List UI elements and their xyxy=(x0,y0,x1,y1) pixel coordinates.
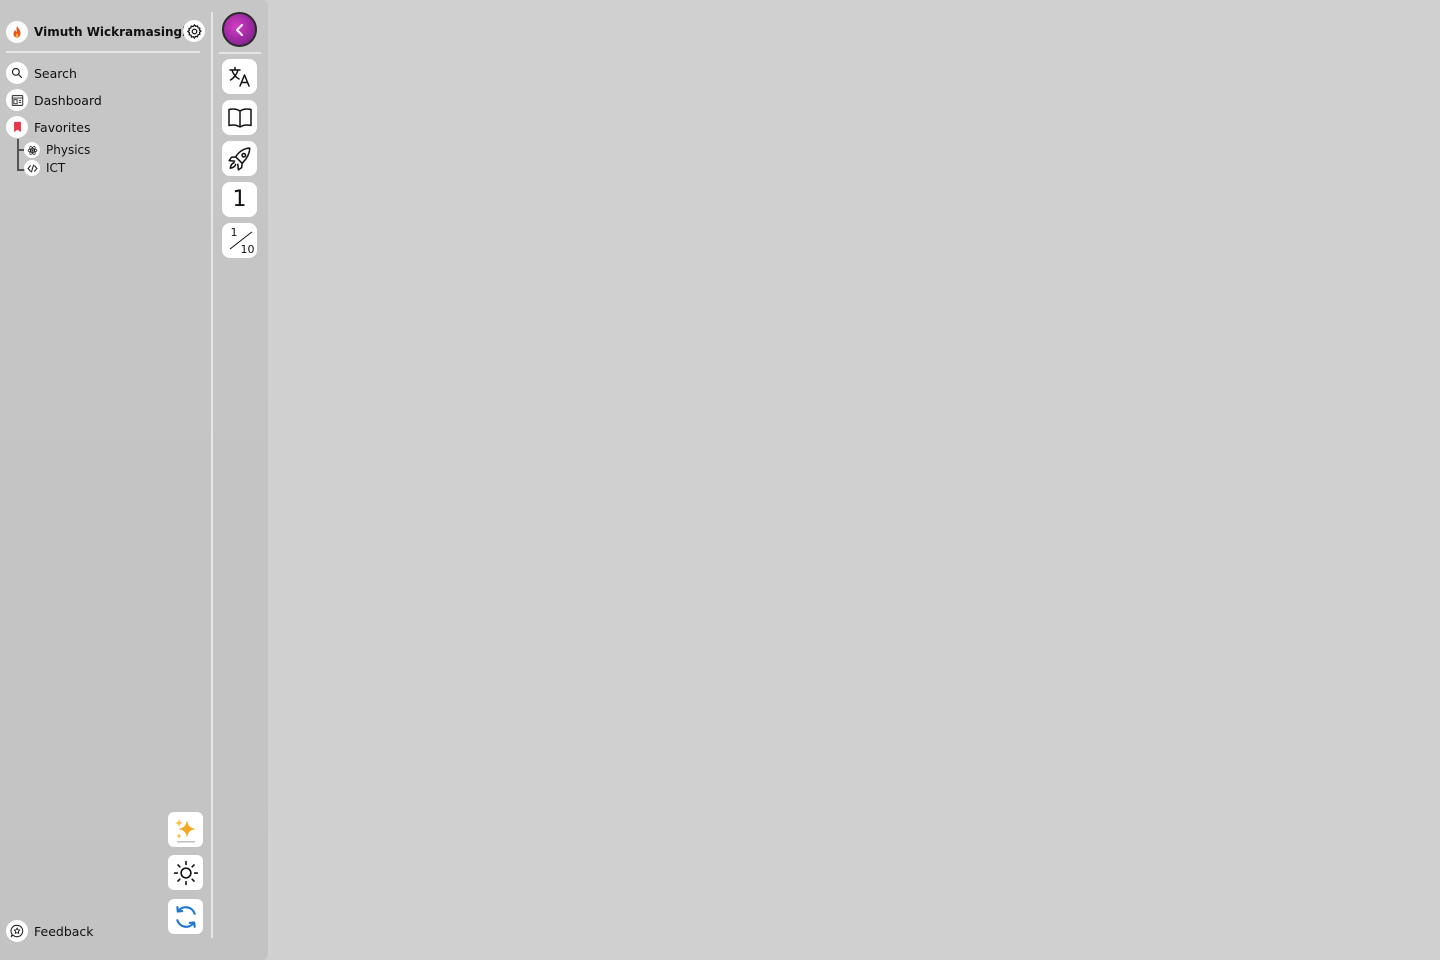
sync-button[interactable] xyxy=(168,899,203,934)
code-icon xyxy=(24,160,40,176)
gear-icon xyxy=(186,23,202,39)
favorite-item-label: Physics xyxy=(46,143,91,157)
dashboard-icon xyxy=(6,89,28,111)
favorite-item-physics[interactable]: Physics xyxy=(24,141,90,159)
sidebar: Vimuth Wickramasinghe Search Dashboard F… xyxy=(0,0,268,960)
fraction-icon: 1 10 xyxy=(227,225,255,256)
sidebar-item-search[interactable]: Search xyxy=(6,62,77,84)
feedback-label: Feedback xyxy=(34,923,94,939)
refresh-icon xyxy=(175,905,196,928)
sparkles-icon xyxy=(174,818,196,842)
main-content-area xyxy=(268,0,1440,960)
book-button[interactable] xyxy=(222,100,257,135)
sidebar-item-label: Favorites xyxy=(34,119,91,135)
translate-button[interactable] xyxy=(222,59,257,94)
rocket-icon xyxy=(227,146,251,171)
sidebar-header-divider xyxy=(6,51,200,53)
sun-icon xyxy=(173,860,198,885)
magnifier-icon xyxy=(6,62,28,84)
atom-icon xyxy=(24,142,40,158)
tree-connector xyxy=(17,139,19,171)
sidebar-item-favorites[interactable]: Favorites xyxy=(6,116,90,138)
translate-icon xyxy=(228,66,250,87)
sidebar-item-dashboard[interactable]: Dashboard xyxy=(6,89,102,111)
sidebar-rail-divider xyxy=(211,12,213,938)
favorite-item-ict[interactable]: ICT xyxy=(24,159,65,177)
feedback-button[interactable]: Feedback xyxy=(6,919,94,943)
rocket-button[interactable] xyxy=(222,141,257,176)
fraction-numerator: 1 xyxy=(230,225,238,239)
theme-toggle-button[interactable] xyxy=(168,855,203,890)
fraction-denominator: 10 xyxy=(240,242,255,256)
settings-button[interactable] xyxy=(183,20,205,42)
profile-name: Vimuth Wickramasinghe xyxy=(34,25,199,39)
fire-icon xyxy=(6,21,28,43)
bookmark-icon xyxy=(6,116,28,138)
number-label: 1 xyxy=(232,187,247,212)
favorite-item-label: ICT xyxy=(46,161,66,175)
collapse-sidebar-button[interactable] xyxy=(222,12,257,47)
chevron-left-icon xyxy=(235,23,243,36)
ai-button[interactable] xyxy=(168,812,203,847)
sidebar-item-label: Search xyxy=(34,65,77,81)
sidebar-item-label: Dashboard xyxy=(34,92,102,108)
book-icon xyxy=(227,107,252,128)
number-button[interactable]: 1 xyxy=(222,182,257,217)
fraction-button[interactable]: 1 10 xyxy=(222,223,257,258)
rail-divider xyxy=(219,52,261,54)
feedback-icon xyxy=(6,920,28,942)
profile[interactable]: Vimuth Wickramasinghe xyxy=(6,20,199,44)
